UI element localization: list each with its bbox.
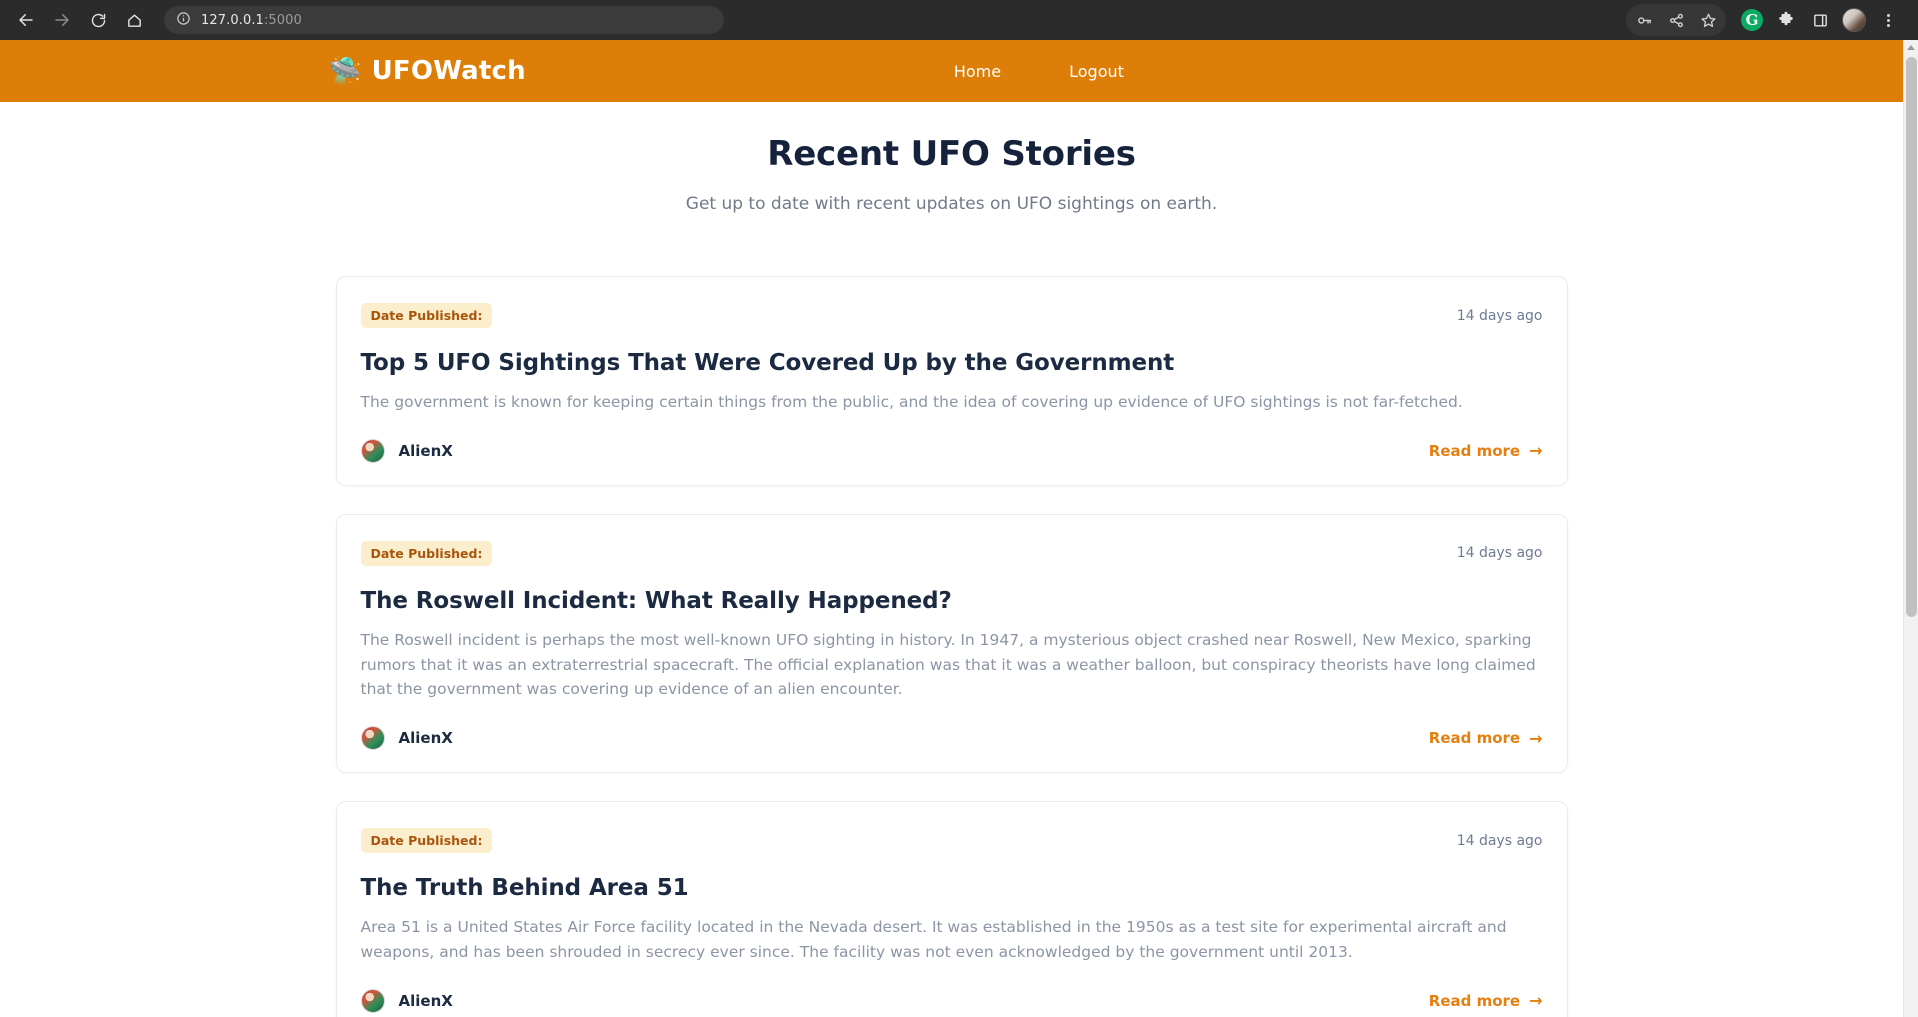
author-name: AlienX [398, 991, 453, 1010]
arrow-right-icon: → [1529, 991, 1543, 1011]
article-meta: Date Published: 14 days ago [360, 303, 1543, 328]
status-badge: Date Published: [360, 540, 493, 566]
article-author: AlienX [360, 988, 453, 1013]
article-timestamp: 14 days ago [1456, 545, 1543, 562]
puzzle-piece-icon[interactable] [1770, 4, 1802, 36]
author-name: AlienX [398, 729, 453, 748]
read-more-label: Read more [1428, 991, 1521, 1010]
main-content: Recent UFO Stories Get up to date with r… [0, 102, 1903, 1017]
three-dot-menu-icon[interactable] [1872, 4, 1904, 36]
arrow-right-icon: → [1529, 441, 1543, 461]
brand-logo[interactable]: 🛸 UFOWatch [328, 56, 526, 86]
article-excerpt: Area 51 is a United States Air Force fac… [360, 918, 1507, 961]
brand-name: UFOWatch [371, 56, 526, 86]
page-title: Recent UFO Stories [767, 134, 1136, 174]
article-title[interactable]: The Roswell Incident: What Really Happen… [361, 588, 1543, 614]
browser-toolbar: 127.0.0.1:5000 G [0, 0, 1918, 40]
address-bar[interactable]: 127.0.0.1:5000 [164, 6, 724, 34]
browser-nav-buttons [10, 4, 150, 36]
read-more-link[interactable]: Read more → [1429, 441, 1543, 460]
article-title[interactable]: The Truth Behind Area 51 [361, 875, 1543, 901]
article-footer: AlienX Read more → [360, 438, 1543, 463]
page-content: 🛸 UFOWatch Home Logout Recent UFO Storie… [0, 40, 1903, 1017]
scrollbar-thumb[interactable] [1906, 57, 1917, 617]
avatar [1842, 8, 1866, 32]
nav-item-logout[interactable]: Logout [1069, 62, 1124, 81]
article-meta: Date Published: 14 days ago [360, 540, 1543, 566]
back-arrow-icon[interactable] [10, 4, 42, 36]
avatar [360, 988, 385, 1013]
article-card[interactable]: Date Published: 14 days ago The Truth Be… [335, 801, 1568, 1017]
article-author: AlienX [360, 438, 453, 463]
status-badge: Date Published: [360, 303, 493, 328]
ufo-icon: 🛸 [328, 55, 362, 87]
status-badge: Date Published: [360, 828, 493, 854]
home-icon[interactable] [118, 4, 150, 36]
article-footer: AlienX Read more → [360, 988, 1543, 1013]
read-more-link[interactable]: Read more → [1429, 991, 1543, 1010]
page-scrollbar[interactable] [1903, 40, 1918, 1017]
article-excerpt: The government is known for keeping cert… [360, 393, 1463, 411]
read-more-label: Read more [1428, 441, 1521, 460]
article-meta: Date Published: 14 days ago [360, 828, 1543, 854]
article-footer: AlienX Read more → [360, 726, 1543, 751]
site-info-icon[interactable] [176, 11, 191, 30]
avatar [360, 438, 385, 463]
browser-action-pill [1626, 4, 1726, 36]
star-icon[interactable] [1692, 4, 1724, 36]
arrow-right-icon: → [1529, 728, 1543, 748]
side-panel-icon[interactable] [1804, 4, 1836, 36]
article-list: Date Published: 14 days ago Top 5 UFO Si… [335, 214, 1568, 1017]
read-more-link[interactable]: Read more → [1429, 729, 1543, 748]
page-subtitle: Get up to date with recent updates on UF… [685, 194, 1218, 214]
site-nav: Home Logout [954, 62, 1124, 81]
article-timestamp: 14 days ago [1456, 307, 1543, 324]
key-icon[interactable] [1628, 4, 1660, 36]
google-profile-icon[interactable]: G [1736, 4, 1768, 36]
article-excerpt: The Roswell incident is perhaps the most… [360, 630, 1536, 699]
author-name: AlienX [398, 441, 453, 460]
scroll-up-arrow-icon[interactable] [1904, 40, 1918, 55]
site-header: 🛸 UFOWatch Home Logout [0, 40, 1903, 102]
article-timestamp: 14 days ago [1456, 832, 1543, 849]
reload-icon[interactable] [82, 4, 114, 36]
page-viewport: 🛸 UFOWatch Home Logout Recent UFO Storie… [0, 40, 1918, 1017]
profile-avatar[interactable] [1838, 4, 1870, 36]
share-icon[interactable] [1660, 4, 1692, 36]
article-card[interactable]: Date Published: 14 days ago Top 5 UFO Si… [335, 276, 1568, 486]
address-bar-text: 127.0.0.1:5000 [201, 12, 302, 28]
browser-actions: G [1626, 4, 1908, 36]
article-card[interactable]: Date Published: 14 days ago The Roswell … [335, 513, 1568, 774]
read-more-label: Read more [1428, 729, 1521, 748]
profile-initial: G [1741, 9, 1763, 31]
nav-item-home[interactable]: Home [954, 62, 1001, 81]
forward-arrow-icon[interactable] [46, 4, 78, 36]
article-author: AlienX [360, 726, 453, 751]
avatar [360, 726, 385, 751]
article-title[interactable]: Top 5 UFO Sightings That Were Covered Up… [361, 350, 1543, 376]
